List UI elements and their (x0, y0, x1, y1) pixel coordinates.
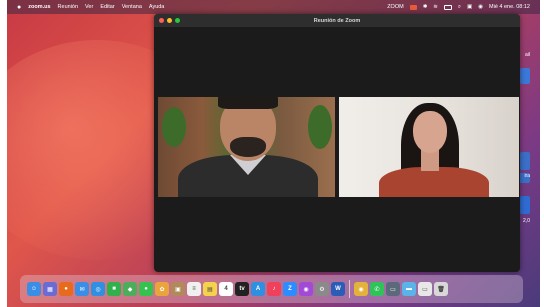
participant-video-2[interactable] (339, 97, 519, 197)
plant-right (308, 105, 332, 149)
bluetooth-icon[interactable]: ✱ (423, 4, 428, 10)
dock-messages-icon[interactable]: ● (139, 282, 153, 296)
dock-photos-icon[interactable]: ✿ (155, 282, 169, 296)
participant-hair (218, 97, 278, 109)
dock-word-icon[interactable]: W (331, 282, 345, 296)
participant-video-1[interactable] (158, 97, 335, 197)
menu-reunion[interactable]: Reunión (58, 4, 79, 10)
zoom-meeting-window: Reunión de Zoom (154, 14, 520, 272)
dock-calendar-icon[interactable]: 4 (219, 282, 233, 296)
clock[interactable]: Mié 4 ene. 08:12 (489, 4, 530, 10)
maximize-button[interactable] (175, 18, 180, 23)
menu-editar[interactable]: Editar (100, 4, 114, 10)
menu-ver[interactable]: Ver (85, 4, 93, 10)
desktop-file-icon[interactable] (520, 196, 530, 214)
dock-launchpad-icon[interactable]: ▦ (43, 282, 57, 296)
minimize-button[interactable] (167, 18, 172, 23)
dock-settings-icon[interactable]: ⚙ (315, 282, 329, 296)
dock-folder-icon[interactable]: ▬ (402, 282, 416, 296)
zoom-status-text[interactable]: ZOOM (387, 4, 404, 10)
window-titlebar[interactable]: Reunión de Zoom (154, 14, 520, 27)
status-icon[interactable] (409, 4, 417, 10)
dock-separator (349, 280, 350, 298)
dock: ☺ ▦ ● ✉ ◎ ■ ◆ ● ✿ ▣ ≡ ▤ 4 tv A ♪ Z ◉ ⚙ W ◉ ✆ ▭ ▬ ▭ 🗑 (20, 275, 523, 303)
dock-notes-icon[interactable]: ▤ (203, 282, 217, 296)
menu-ayuda[interactable]: Ayuda (149, 4, 165, 10)
app-menu-zoom[interactable]: zoom.us (28, 4, 50, 10)
menu-bar: ● zoom.us Reunión Ver Editar Ventana Ayu… (7, 0, 540, 14)
dock-zoom-icon[interactable]: Z (283, 282, 297, 296)
dock-trash-icon[interactable]: 🗑 (434, 282, 448, 296)
close-button[interactable] (159, 18, 164, 23)
dock-maps-icon[interactable]: ◆ (123, 282, 137, 296)
battery-icon[interactable] (443, 4, 452, 10)
desktop-file-icon[interactable] (520, 68, 530, 84)
menu-ventana[interactable]: Ventana (122, 4, 142, 10)
search-icon[interactable]: ⌕ (458, 4, 461, 11)
dock-mail-icon[interactable]: ✉ (75, 282, 89, 296)
dock-firefox-icon[interactable]: ● (59, 282, 73, 296)
window-title: Reunión de Zoom (313, 17, 361, 24)
participant-face (413, 111, 447, 153)
dock-tv-icon[interactable]: tv (235, 282, 249, 296)
dock-screenshot-icon[interactable]: ▭ (386, 282, 400, 296)
dock-facetime-icon[interactable]: ■ (107, 282, 121, 296)
plant-left (162, 107, 186, 147)
control-center-icon[interactable]: ▣ (467, 4, 472, 10)
desktop-file-icon[interactable] (520, 152, 530, 170)
participant-beard (230, 137, 266, 157)
dock-reminders-icon[interactable]: ≡ (187, 282, 201, 296)
dock-whatsapp-icon[interactable]: ✆ (370, 282, 384, 296)
participant-body (379, 167, 489, 197)
dock-podcasts-icon[interactable]: ◉ (299, 282, 313, 296)
dock-app-store-icon[interactable]: A (251, 282, 265, 296)
dock-chrome-icon[interactable]: ◉ (354, 282, 368, 296)
dock-music-icon[interactable]: ♪ (267, 282, 281, 296)
dock-contacts-icon[interactable]: ▣ (171, 282, 185, 296)
dock-safari-icon[interactable]: ◎ (91, 282, 105, 296)
apple-icon[interactable]: ● (17, 4, 21, 11)
wifi-icon[interactable]: ≋ (433, 4, 438, 10)
siri-icon[interactable]: ◉ (478, 4, 483, 10)
dock-window-icon[interactable]: ▭ (418, 282, 432, 296)
dock-finder-icon[interactable]: ☺ (27, 282, 41, 296)
